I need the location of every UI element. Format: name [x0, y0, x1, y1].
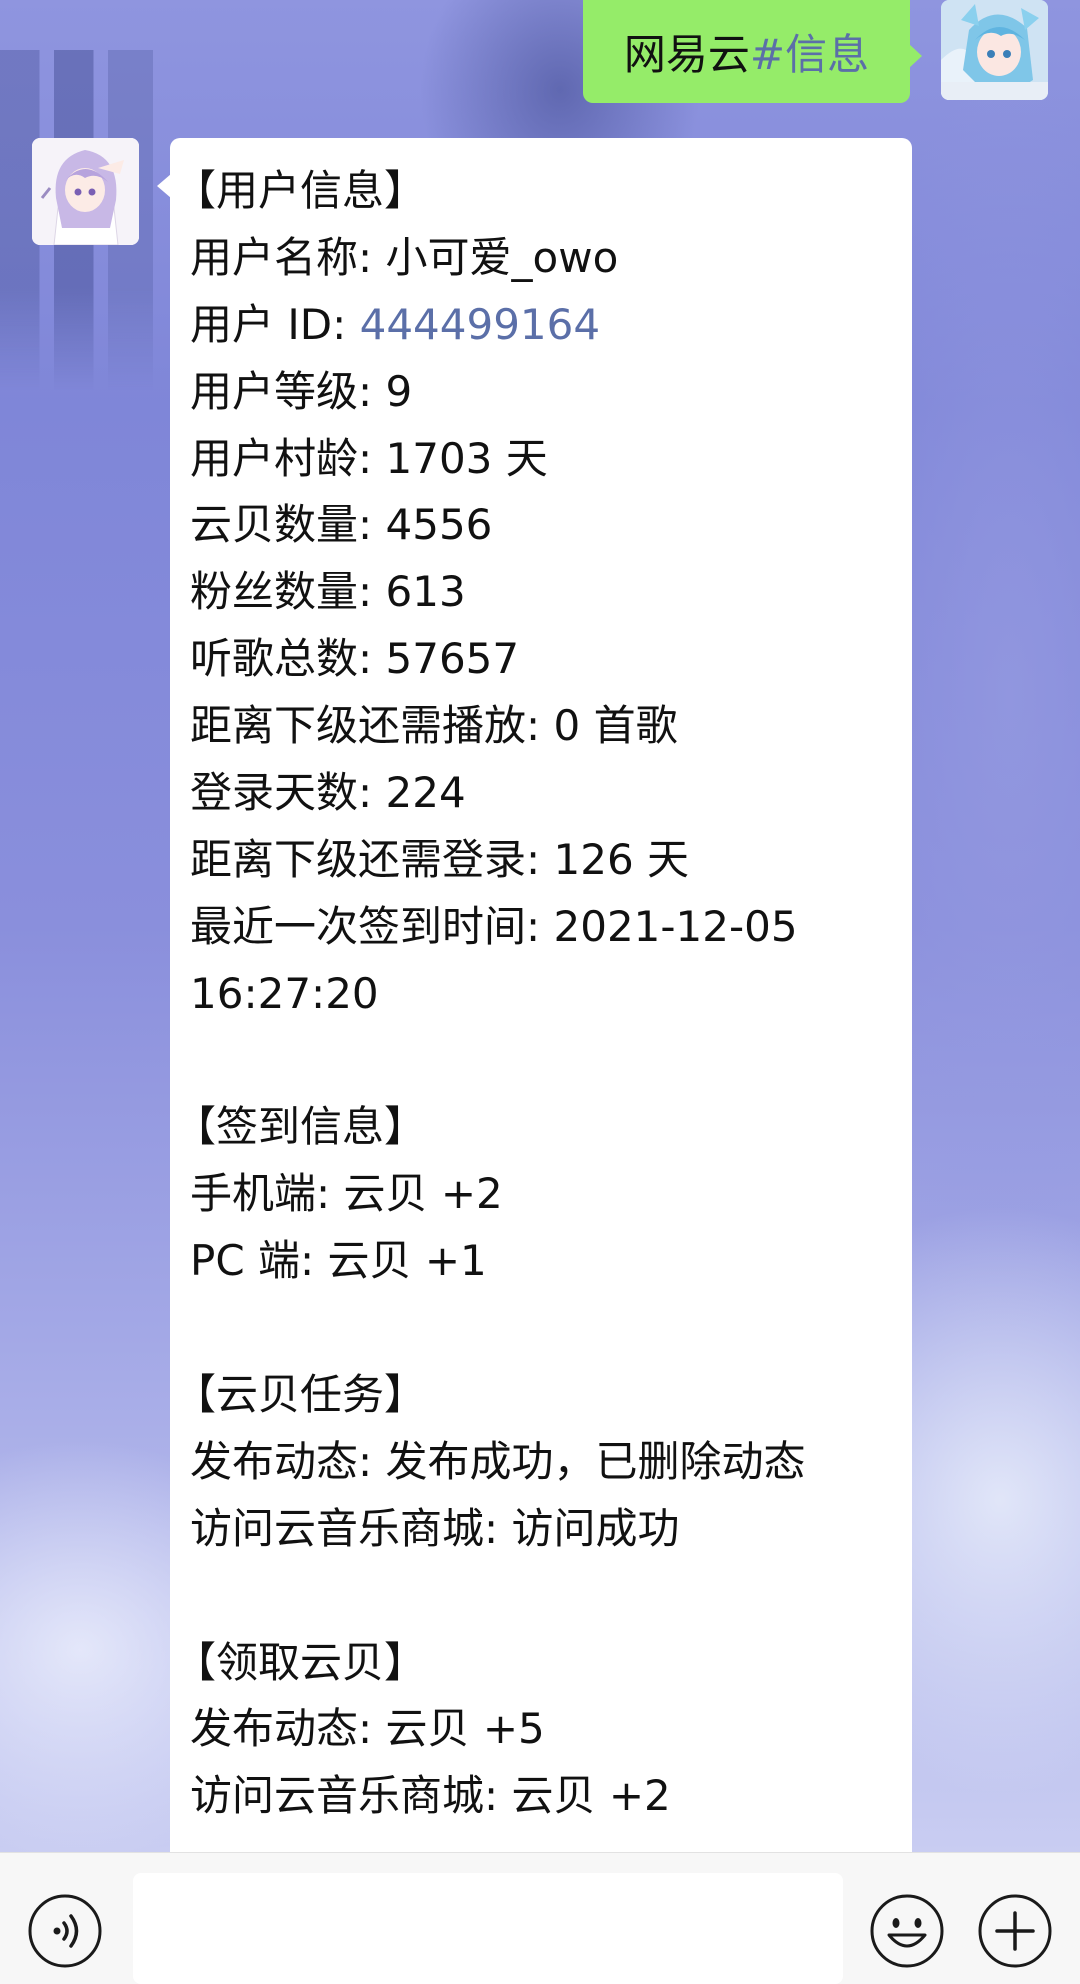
account-age-line: 用户村龄: 1703 天	[190, 433, 548, 483]
plus-icon	[978, 1894, 1052, 1968]
incoming-message-text: 【用户信息】 用户名称: 小可爱_owo 用户 ID: 444499164 用户…	[174, 158, 896, 1830]
hashtag-link[interactable]: #信息	[750, 30, 869, 79]
bot-avatar[interactable]	[32, 138, 139, 245]
voice-button[interactable]	[27, 1893, 103, 1969]
avatar-anime-girl-icon	[32, 138, 139, 245]
user-id-link[interactable]: 444499164	[360, 300, 601, 349]
section-header-user-info: 【用户信息】	[174, 166, 427, 215]
voice-icon	[28, 1894, 102, 1968]
checkin-mobile-line: 手机端: 云贝 +2	[190, 1169, 503, 1219]
avatar-anime-girl-icon	[941, 0, 1048, 100]
total-listens-line: 听歌总数: 57657	[190, 634, 520, 684]
outgoing-message-bubble[interactable]: 网易云#信息	[583, 0, 922, 103]
chat-input-bar	[0, 1852, 1080, 1984]
emoji-icon	[870, 1894, 944, 1968]
last-checkin-line: 最近一次签到时间: 2021-12-05	[190, 901, 798, 951]
login-days-line: 登录天数: 224	[190, 768, 466, 818]
bubble-tail	[157, 174, 171, 198]
my-avatar[interactable]	[941, 0, 1048, 100]
last-checkin-time-line: 16:27:20	[190, 968, 379, 1018]
plays-to-next-level-line: 距离下级还需播放: 0 首歌	[190, 701, 678, 751]
checkin-pc-line: PC 端: 云贝 +1	[190, 1236, 487, 1286]
claim-visit-line: 访问云音乐商城: 云贝 +2	[190, 1771, 671, 1821]
followers-line: 粉丝数量: 613	[190, 567, 466, 617]
bubble-tail	[909, 44, 922, 68]
user-id-line: 用户 ID: 444499164	[190, 299, 601, 349]
username-value: 小可爱_owo	[385, 232, 619, 282]
section-header-checkin: 【签到信息】	[174, 1102, 427, 1152]
incoming-message-bubble[interactable]: 【用户信息】 用户名称: 小可爱_owo 用户 ID: 444499164 用户…	[157, 138, 912, 1852]
task-visit-line: 访问云音乐商城: 访问成功	[190, 1503, 680, 1553]
outgoing-message-text: 网易云#信息	[623, 30, 870, 79]
section-header-claim: 【领取云贝】	[174, 1637, 427, 1687]
message-input[interactable]	[133, 1873, 843, 1984]
user-level-line: 用户等级: 9	[190, 366, 413, 416]
task-post-line: 发布动态: 发布成功，已删除动态	[190, 1436, 806, 1486]
username-line: 用户名称: 小可爱_owo	[190, 232, 619, 282]
emoji-button[interactable]	[869, 1893, 945, 1969]
more-button[interactable]	[977, 1893, 1053, 1969]
section-header-tasks: 【云贝任务】	[174, 1370, 427, 1420]
logins-to-next-level-line: 距离下级还需登录: 126 天	[190, 834, 690, 884]
cloud-shells-line: 云贝数量: 4556	[190, 500, 493, 550]
claim-post-line: 发布动态: 云贝 +5	[190, 1704, 545, 1754]
